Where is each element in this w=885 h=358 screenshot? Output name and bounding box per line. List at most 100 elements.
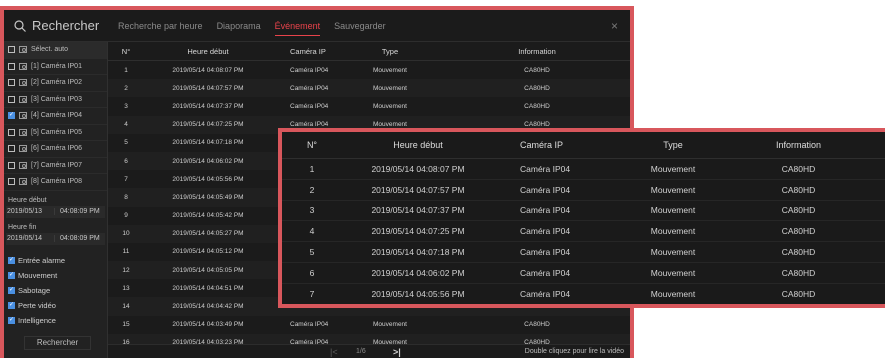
camera-icon [19, 46, 27, 54]
zoom-cell-camera: Caméra IP04 [520, 226, 571, 237]
event-type-checkbox[interactable] [8, 286, 15, 294]
zoom-table-row[interactable]: 5 2019/05/14 04:07:18 PM Caméra IP04 Mouvem… [282, 242, 885, 263]
event-type-row[interactable]: Perte vidéo [4, 298, 107, 313]
zoom-cell-type: Mouvement [650, 163, 696, 174]
event-type-checkbox[interactable] [8, 271, 15, 279]
zoom-cell-start-time: 2019/05/14 04:06:02 PM [371, 267, 465, 278]
camera-icon [19, 79, 27, 87]
camera-icon [19, 95, 27, 103]
event-type-row[interactable]: Entrée alarme [4, 253, 107, 268]
cell-number: 10 [122, 230, 130, 238]
zoom-cell-type: Mouvement [650, 267, 696, 278]
start-time-field[interactable]: 2019/05/13 04:08:09 PM [6, 205, 105, 218]
tab-backup[interactable]: Sauvegarder [334, 10, 386, 42]
end-time-label: Heure fin [8, 223, 37, 231]
zoom-cell-type: Mouvement [650, 247, 696, 258]
cell-type: Mouvement [373, 321, 407, 329]
table-row[interactable]: 1 2019/05/14 04:08:07 PM Caméra IP04 Mouvem… [108, 61, 630, 79]
zoom-cell-info: CA80HD [781, 267, 816, 278]
start-date-value[interactable]: 2019/05/13 [6, 208, 54, 215]
zoomed-table: N° Heure début Caméra IP Type Informatio… [282, 132, 885, 304]
select-auto-checkbox[interactable] [8, 46, 15, 54]
zoom-table-row[interactable]: 2 2019/05/14 04:07:57 PM Caméra IP04 Mouvem… [282, 180, 885, 201]
zoom-cell-number: 1 [309, 163, 315, 174]
cell-camera: Caméra IP04 [290, 66, 329, 74]
event-type-row[interactable]: Sabotage [4, 283, 107, 298]
cell-number: 8 [124, 193, 128, 201]
event-type-label: Entrée alarme [18, 255, 66, 265]
next-page-button[interactable]: >| [393, 347, 401, 357]
select-auto-row[interactable]: Sélect. auto [4, 42, 107, 59]
event-type-row[interactable]: Mouvement [4, 268, 107, 283]
col-number: N° [121, 46, 131, 56]
zoom-cell-info: CA80HD [781, 184, 816, 195]
camera-label: [5] Caméra IP05 [31, 128, 82, 136]
zoom-table-row[interactable]: 3 2019/05/14 04:07:37 PM Caméra IP04 Mouvem… [282, 201, 885, 222]
tab-slideshow[interactable]: Diaporama [217, 10, 261, 42]
camera-checkbox[interactable] [8, 111, 15, 120]
event-type-row[interactable]: Intelligence [4, 313, 107, 328]
camera-row[interactable]: [6] Caméra IP06 [4, 141, 107, 158]
end-clock-value[interactable]: 04:08:09 PM [54, 235, 100, 242]
camera-row[interactable]: [4] Caméra IP04 [4, 108, 107, 125]
zoom-table-row[interactable]: 7 2019/05/14 04:05:56 PM Caméra IP04 Mouvem… [282, 284, 885, 304]
search-label: Rechercher [32, 18, 100, 33]
tab-event[interactable]: Événement [274, 10, 320, 42]
camera-checkbox[interactable] [8, 145, 15, 153]
event-type-checkbox[interactable] [8, 256, 15, 264]
cell-info: CA80HD [524, 102, 550, 110]
camera-checkbox[interactable] [8, 161, 15, 169]
camera-icon [19, 178, 27, 186]
cell-number: 13 [122, 284, 130, 292]
cell-number: 2 [124, 84, 128, 92]
camera-checkbox[interactable] [8, 128, 15, 136]
zoom-cell-camera: Caméra IP04 [520, 205, 571, 216]
end-date-value[interactable]: 2019/05/14 [6, 235, 54, 242]
start-clock-value[interactable]: 04:08:09 PM [54, 208, 100, 215]
cell-number: 4 [124, 121, 128, 129]
zoom-col-start-time: Heure début [393, 140, 443, 150]
cell-start-time: 2019/05/14 04:04:51 PM [172, 284, 244, 292]
cell-start-time: 2019/05/14 04:03:49 PM [172, 321, 244, 329]
zoom-cell-number: 2 [309, 184, 315, 195]
camera-row[interactable]: [1] Caméra IP01 [4, 59, 107, 75]
cell-start-time: 2019/05/14 04:05:27 PM [172, 230, 244, 238]
top-bar: Rechercher Recherche par heure Diaporama… [4, 10, 630, 42]
col-camera: Caméra IP [290, 46, 326, 56]
zoom-cell-number: 3 [309, 205, 315, 216]
camera-checkbox[interactable] [8, 62, 15, 70]
event-type-checkbox[interactable] [8, 316, 15, 324]
zoom-cell-info: CA80HD [781, 163, 816, 174]
select-auto-label: Sélect. auto [31, 46, 68, 54]
end-time-field[interactable]: 2019/05/14 04:08:09 PM [6, 232, 105, 245]
zoom-table-row[interactable]: 4 2019/05/14 04:07:25 PM Caméra IP04 Mouvem… [282, 221, 885, 243]
zoom-cell-number: 7 [309, 288, 315, 299]
event-type-checkbox[interactable] [8, 301, 15, 309]
table-row[interactable]: 15 2019/05/14 04:03:49 PM Caméra IP04 Mouve… [108, 316, 630, 334]
table-row[interactable]: 3 2019/05/14 04:07:37 PM Caméra IP04 Mouvem… [108, 97, 630, 115]
zoom-cell-start-time: 2019/05/14 04:07:18 PM [371, 247, 465, 258]
search-button[interactable]: Rechercher [24, 336, 91, 350]
camera-icon [19, 145, 27, 153]
table-row[interactable]: 2 2019/05/14 04:07:57 PM Caméra IP04 Mouvem… [108, 79, 630, 98]
camera-label: [7] Caméra IP07 [31, 161, 82, 169]
zoom-table-row[interactable]: 6 2019/05/14 04:06:02 PM Caméra IP04 Mouvem… [282, 263, 885, 284]
zoom-table-header: N° Heure début Caméra IP Type Informatio… [282, 132, 885, 159]
prev-page-button[interactable]: |< [330, 347, 338, 357]
camera-row[interactable]: [5] Caméra IP05 [4, 125, 107, 141]
camera-row[interactable]: [8] Caméra IP08 [4, 174, 107, 191]
camera-row[interactable]: [7] Caméra IP07 [4, 158, 107, 174]
camera-row[interactable]: [2] Caméra IP02 [4, 75, 107, 92]
camera-checkbox[interactable] [8, 95, 15, 103]
tab-time-search[interactable]: Recherche par heure [118, 10, 203, 42]
close-icon[interactable]: × [611, 19, 618, 33]
camera-row[interactable]: [3] Caméra IP03 [4, 92, 107, 108]
camera-checkbox[interactable] [8, 178, 15, 186]
zoom-cell-camera: Caméra IP04 [520, 288, 571, 299]
event-type-label: Sabotage [18, 285, 51, 295]
zoom-table-row[interactable]: 1 2019/05/14 04:08:07 PM Caméra IP04 Mouvem… [282, 159, 885, 180]
camera-checkbox[interactable] [8, 79, 15, 87]
cell-number: 7 [124, 175, 128, 183]
cell-number: 11 [122, 248, 130, 256]
cell-number: 6 [124, 157, 128, 165]
